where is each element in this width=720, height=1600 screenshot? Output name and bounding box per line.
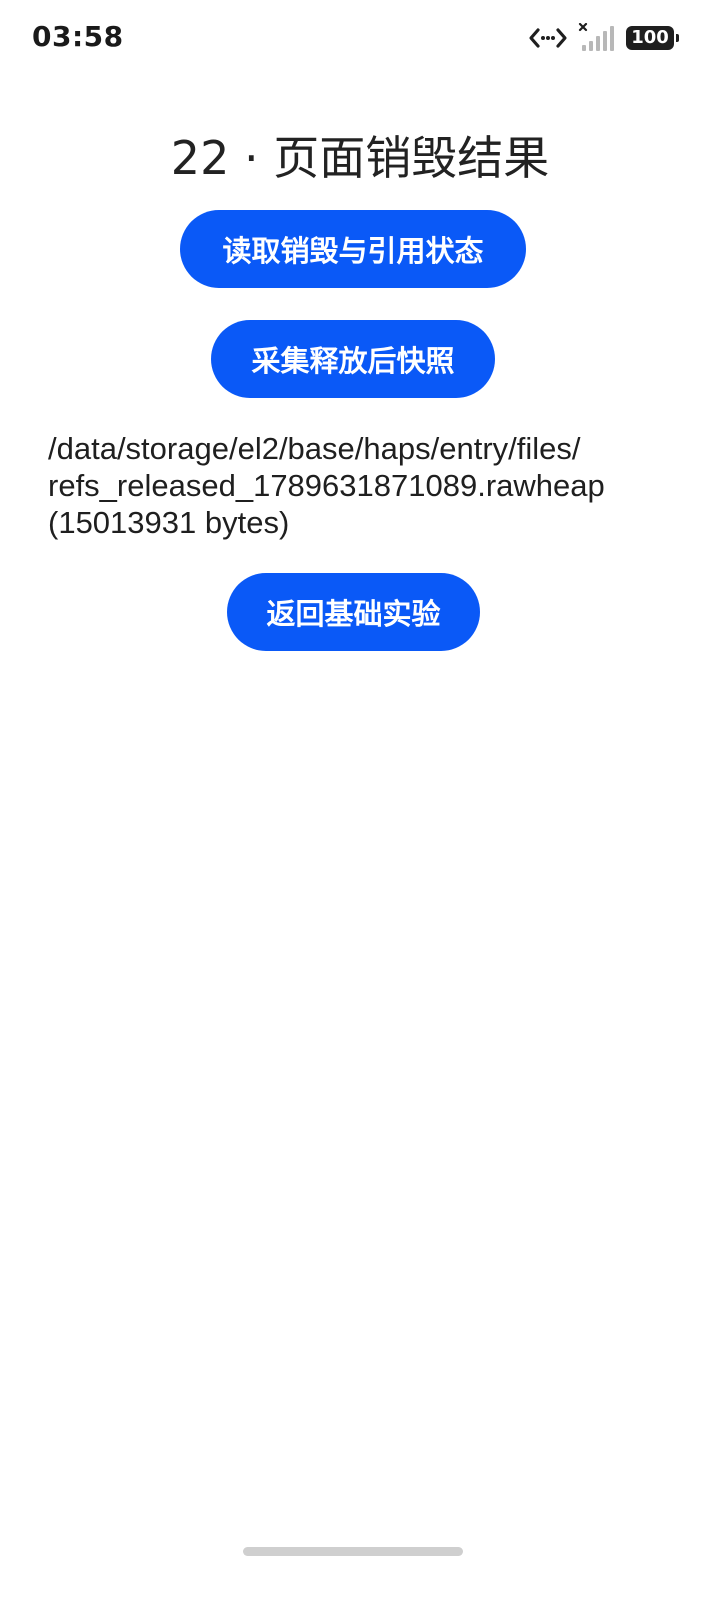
collect-snapshot-button[interactable]: 采集释放后快照 (211, 320, 495, 398)
status-icons: 100 (528, 22, 679, 54)
battery-icon: 100 (626, 26, 679, 50)
status-bar: 03:58 100 (0, 0, 720, 76)
status-time: 03:58 (32, 20, 124, 53)
page-title: 22 · 页面销毁结果 (170, 131, 550, 185)
snapshot-result-text: /data/storage/el2/base/haps/entry/files/… (48, 431, 605, 540)
no-signal-icon (578, 23, 616, 53)
home-indicator[interactable] (243, 1547, 463, 1556)
data-transfer-icon (528, 24, 568, 52)
battery-level: 100 (631, 27, 669, 48)
back-to-basics-button[interactable]: 返回基础实验 (227, 573, 480, 651)
read-status-button[interactable]: 读取销毁与引用状态 (180, 210, 526, 288)
